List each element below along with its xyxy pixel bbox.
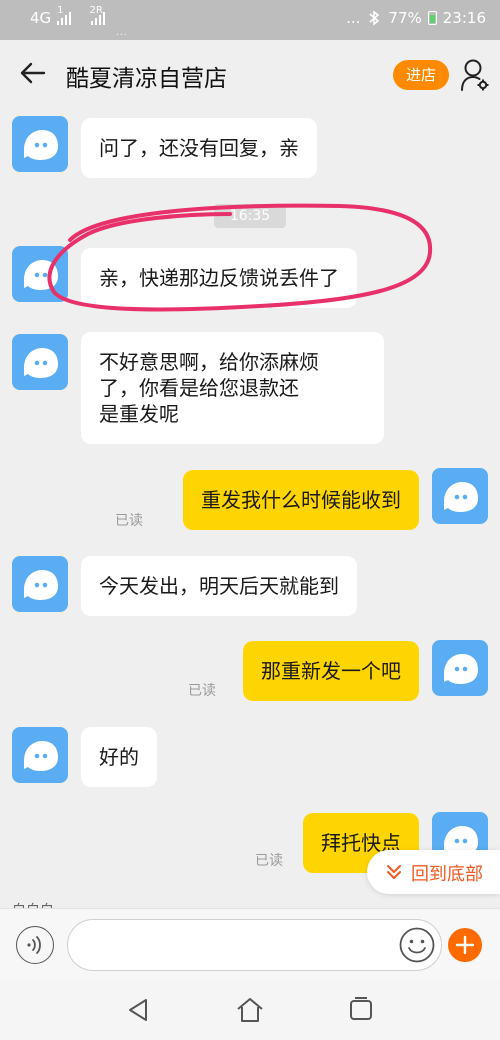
message-bubble: 问了，还没有回复，亲 xyxy=(81,118,317,178)
battery-percent: 77% xyxy=(388,9,422,27)
shop-avatar[interactable] xyxy=(12,556,68,612)
smiley-icon[interactable] xyxy=(398,926,436,964)
chat-area[interactable]: 问了，还没有回复，亲 16:35 亲，快递那边反馈说丢件了 不好意思啊，给你添麻… xyxy=(0,110,500,908)
network-label: 4G xyxy=(30,9,52,27)
read-status: 已读 xyxy=(188,683,216,699)
voice-icon xyxy=(26,935,41,954)
sim2-label: 2R xyxy=(89,4,103,16)
message-bubble: 亲，快递那边反馈说丢件了 xyxy=(81,248,357,308)
my-message-bubble: 重发我什么时候能收到 xyxy=(183,470,419,530)
system-nav-bar xyxy=(0,980,500,1040)
read-status: 已读 xyxy=(115,513,143,529)
house-icon[interactable] xyxy=(235,995,265,1025)
person-settings-icon[interactable] xyxy=(460,58,490,92)
bluetooth-icon xyxy=(369,10,380,26)
message-line: 是重发呢 xyxy=(99,402,179,426)
clock: 23:16 xyxy=(442,9,486,27)
input-bar xyxy=(0,908,500,980)
robot-face-icon xyxy=(24,260,58,290)
double-chevron-down-icon xyxy=(387,865,401,879)
plus-icon xyxy=(455,935,475,955)
message-bubble: 今天发出，明天后天就能到 xyxy=(81,556,357,616)
timestamp: 16:35 xyxy=(214,204,286,228)
shop-avatar[interactable] xyxy=(12,334,68,390)
status-left: 4G 1 2R xyxy=(30,5,105,27)
shop-avatar[interactable] xyxy=(12,116,68,172)
message-bubble: 不好意思啊，给你添麻烦 了，你看是给您退款还 是重发呢 xyxy=(81,332,384,444)
more-dots: ... xyxy=(346,9,361,27)
status-bar: 4G 1 2R ... ... 77% 23:16 xyxy=(0,0,500,40)
my-message-bubble: 那重新发一个吧 xyxy=(243,641,419,701)
message-input[interactable] xyxy=(67,919,442,971)
message-line: 了，你看是给您退款还 xyxy=(99,376,299,400)
robot-face-icon xyxy=(24,741,58,771)
plus-button[interactable] xyxy=(448,928,482,962)
robot-face-icon xyxy=(444,654,478,684)
shop-avatar[interactable] xyxy=(12,246,68,302)
square-icon[interactable] xyxy=(346,995,376,1025)
user-avatar[interactable] xyxy=(432,468,488,524)
user-avatar[interactable] xyxy=(432,640,488,696)
scroll-to-bottom-button[interactable]: 回到底部 xyxy=(367,850,500,894)
robot-face-icon xyxy=(24,348,58,378)
chat-header: 酷夏清凉自营店 进店 xyxy=(0,40,500,110)
voice-button[interactable] xyxy=(16,926,54,964)
robot-face-icon xyxy=(24,570,58,600)
read-status: 已读 xyxy=(255,853,283,869)
shop-title: 酷夏清凉自营店 xyxy=(66,66,227,92)
arrow-left-icon[interactable] xyxy=(18,58,48,88)
scroll-to-bottom-label: 回到底部 xyxy=(411,864,483,885)
status-right: ... 77% 23:16 xyxy=(346,9,486,27)
battery-icon xyxy=(427,11,437,25)
message-bubble: 好的 xyxy=(81,727,157,787)
enter-store-button[interactable]: 进店 xyxy=(393,60,449,90)
robot-face-icon xyxy=(444,482,478,512)
sim1-badge: 1 xyxy=(57,4,64,16)
partial-message-text: 白白白 xyxy=(12,900,54,908)
message-line: 不好意思啊，给你添麻烦 xyxy=(99,350,319,374)
notification-dots: ... xyxy=(116,28,128,38)
robot-face-icon xyxy=(24,130,58,160)
triangle-back-icon[interactable] xyxy=(124,995,154,1025)
shop-avatar[interactable] xyxy=(12,727,68,783)
